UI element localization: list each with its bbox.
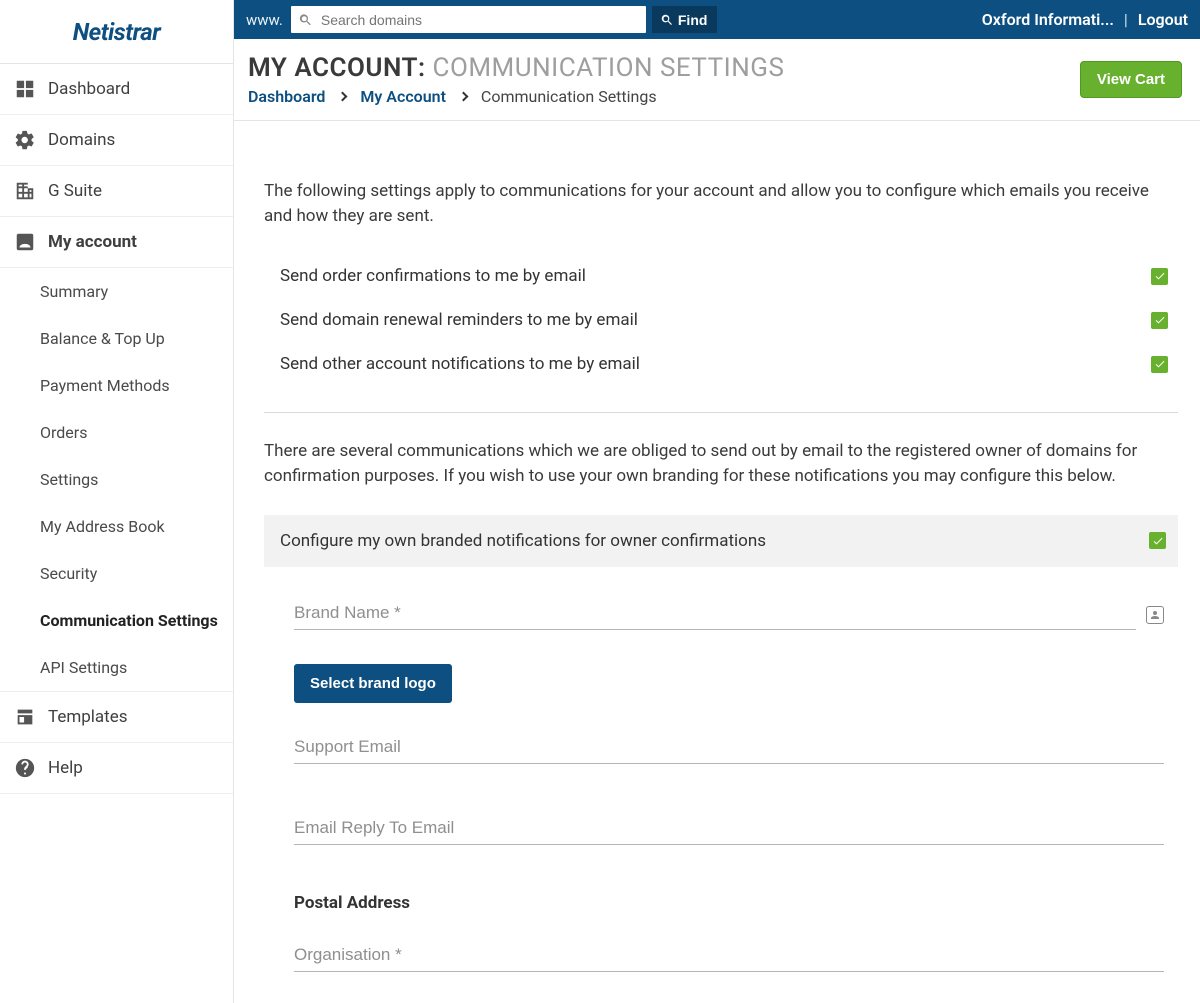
sidebar-item-dashboard[interactable]: Dashboard — [0, 64, 233, 115]
main-nav: Dashboard Domains G Suite My account Sum… — [0, 64, 233, 794]
sidebar-item-templates[interactable]: Templates — [0, 692, 233, 743]
field-support-email — [294, 731, 1164, 764]
gear-icon — [14, 129, 36, 151]
sidebar-sub-security[interactable]: Security — [0, 550, 233, 597]
sidebar-item-gsuite[interactable]: G Suite — [0, 166, 233, 217]
search-prefix: www. — [246, 11, 283, 29]
sidebar-item-domains[interactable]: Domains — [0, 115, 233, 166]
branding-intro: There are several communications which w… — [264, 439, 1178, 488]
find-button[interactable]: Find — [652, 6, 718, 33]
page-header: MY ACCOUNT: COMMUNICATION SETTINGS Dashb… — [234, 39, 1200, 121]
dashboard-icon — [14, 78, 36, 100]
sidebar-sub-balance[interactable]: Balance & Top Up — [0, 315, 233, 362]
logo[interactable]: Netistrar — [0, 0, 233, 64]
organisation-input[interactable] — [294, 939, 1164, 972]
sidebar-sub-communication-settings[interactable]: Communication Settings — [0, 597, 233, 644]
topbar: www. Find Oxford Informati... | Logout — [234, 0, 1200, 39]
chevron-right-icon — [458, 92, 468, 102]
setting-label: Send order confirmations to me by email — [280, 266, 1151, 286]
search-icon — [660, 13, 674, 27]
search-icon — [298, 12, 313, 27]
account-name-link[interactable]: Oxford Informati... — [982, 10, 1114, 29]
divider — [264, 412, 1178, 413]
templates-icon — [14, 706, 36, 728]
field-reply-to-email — [294, 812, 1164, 845]
page-title: MY ACCOUNT: COMMUNICATION SETTINGS — [248, 53, 1080, 83]
breadcrumbs: Dashboard My Account Communication Setti… — [248, 87, 1080, 106]
postal-address-heading: Postal Address — [294, 893, 1164, 913]
sidebar-item-label: Help — [48, 758, 83, 778]
sidebar-item-my-account[interactable]: My account — [0, 217, 233, 268]
chevron-right-icon — [338, 92, 348, 102]
crumb-current: Communication Settings — [481, 87, 657, 106]
checkbox-checked-icon[interactable] — [1151, 268, 1168, 285]
select-brand-logo-button[interactable]: Select brand logo — [294, 664, 452, 703]
search-wrap — [291, 6, 646, 33]
separator: | — [1124, 10, 1128, 29]
sidebar-sub-summary[interactable]: Summary — [0, 268, 233, 315]
crumb-my-account[interactable]: My Account — [360, 87, 446, 106]
field-brand-name — [294, 597, 1136, 630]
branding-form: Select brand logo Postal Address — [264, 567, 1178, 972]
sidebar-sub-settings[interactable]: Settings — [0, 456, 233, 503]
setting-order-confirmations: Send order confirmations to me by email — [264, 254, 1178, 298]
main-content: The following settings apply to communic… — [234, 123, 1200, 1003]
sidebar-item-label: Dashboard — [48, 79, 130, 99]
sidebar-sub-api-settings[interactable]: API Settings — [0, 644, 233, 691]
sidebar-sub-orders[interactable]: Orders — [0, 409, 233, 456]
brand-name-input[interactable] — [294, 597, 1136, 630]
help-icon — [14, 757, 36, 779]
find-label: Find — [678, 12, 708, 28]
sidebar-item-label: Templates — [48, 707, 128, 727]
support-email-input[interactable] — [294, 731, 1164, 764]
field-organisation — [294, 939, 1164, 972]
sidebar-sub-address-book[interactable]: My Address Book — [0, 503, 233, 550]
crumb-dashboard[interactable]: Dashboard — [248, 87, 325, 106]
setting-label: Send other account notifications to me b… — [280, 354, 1151, 374]
sidebar-item-help[interactable]: Help — [0, 743, 233, 794]
account-icon — [14, 231, 36, 253]
logout-link[interactable]: Logout — [1138, 10, 1188, 29]
sidebar-sub-payment-methods[interactable]: Payment Methods — [0, 362, 233, 409]
intro-text: The following settings apply to communic… — [264, 179, 1178, 228]
sidebar: Netistrar Dashboard Domains G Suite My a… — [0, 0, 234, 1003]
contact-card-icon[interactable] — [1146, 606, 1164, 624]
setting-renewal-reminders: Send domain renewal reminders to me by e… — [264, 298, 1178, 342]
sidebar-item-label: Domains — [48, 130, 115, 150]
checkbox-checked-icon[interactable] — [1151, 356, 1168, 373]
checkbox-checked-icon[interactable] — [1151, 312, 1168, 329]
setting-label: Configure my own branded notifications f… — [280, 531, 1149, 551]
setting-label: Send domain renewal reminders to me by e… — [280, 310, 1151, 330]
reply-to-email-input[interactable] — [294, 812, 1164, 845]
sidebar-item-label: My account — [48, 232, 137, 252]
logo-text: Netistrar — [73, 18, 161, 46]
sidebar-sub-my-account: Summary Balance & Top Up Payment Methods… — [0, 268, 233, 692]
building-icon — [14, 180, 36, 202]
setting-branding-toggle: Configure my own branded notifications f… — [264, 515, 1178, 567]
sidebar-item-label: G Suite — [48, 181, 102, 201]
setting-other-notifications: Send other account notifications to me b… — [264, 342, 1178, 386]
search-input[interactable] — [291, 6, 646, 33]
checkbox-checked-icon[interactable] — [1149, 532, 1166, 549]
view-cart-button[interactable]: View Cart — [1080, 61, 1182, 98]
